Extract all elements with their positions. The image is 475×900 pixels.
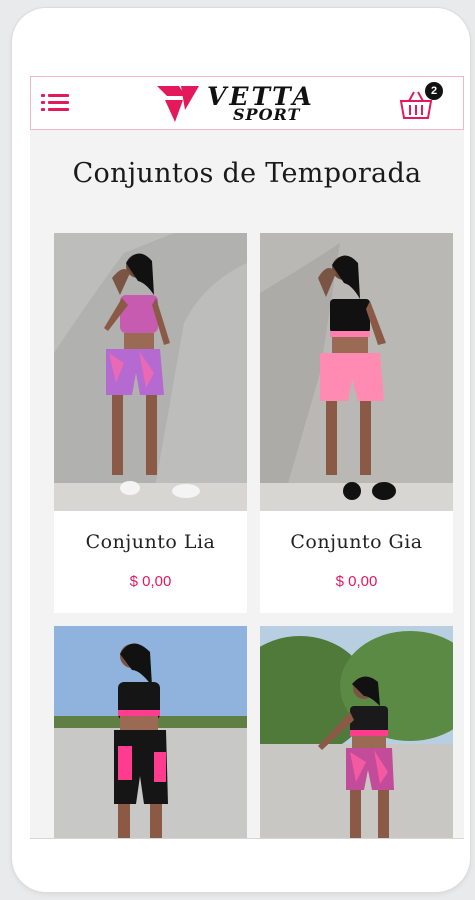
product-price: $ 0,00 <box>335 573 378 590</box>
brand-logo[interactable]: VETTA SPORT <box>155 80 335 128</box>
product-name[interactable]: Conjunto Gia <box>260 531 453 553</box>
logo-subtitle: SPORT <box>233 105 301 124</box>
cart-button[interactable]: 2 <box>399 82 451 126</box>
product-name[interactable]: Conjunto Lia <box>54 531 247 553</box>
site-header: VETTA SPORT 2 <box>30 76 464 130</box>
product-price: $ 0,00 <box>129 573 172 590</box>
phone-frame: VETTA SPORT 2 Conjuntos de Temporada Con… <box>12 8 470 892</box>
cart-count-badge: 2 <box>425 82 443 100</box>
product-card[interactable] <box>260 626 453 838</box>
page-title: Conjuntos de Temporada <box>72 158 422 189</box>
product-image[interactable] <box>260 626 453 838</box>
product-card[interactable] <box>54 626 247 838</box>
product-image[interactable] <box>260 233 453 511</box>
app-screen: VETTA SPORT 2 Conjuntos de Temporada Con… <box>30 76 464 839</box>
product-image[interactable] <box>54 233 247 511</box>
product-image[interactable] <box>54 626 247 838</box>
product-card[interactable]: Conjunto Lia $ 0,00 <box>54 233 247 613</box>
product-card[interactable]: Conjunto Gia $ 0,00 <box>260 233 453 613</box>
hamburger-menu-icon[interactable] <box>41 91 71 115</box>
vetta-logo-mark-icon <box>157 86 199 122</box>
